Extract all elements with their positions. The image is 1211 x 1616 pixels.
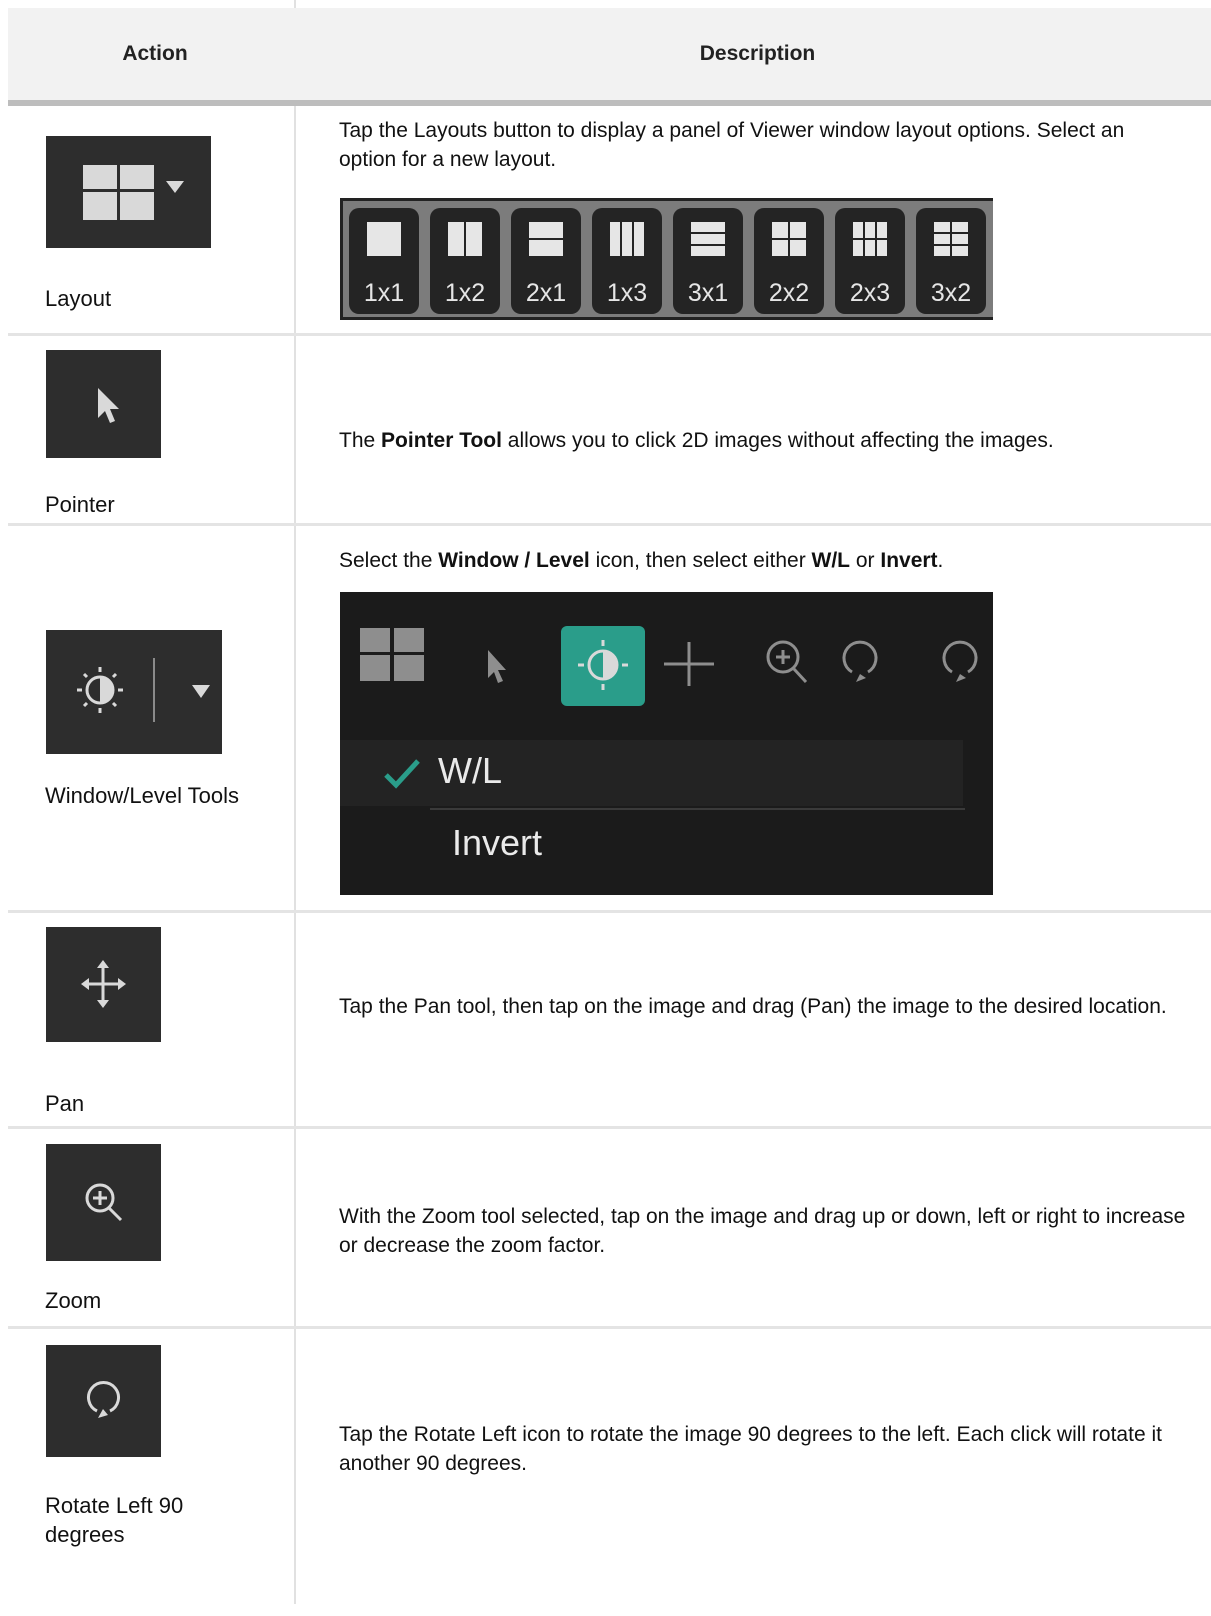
layout-option-3x2[interactable]: 3x2 [916, 208, 986, 314]
layout-grid-dropdown-icon[interactable] [46, 136, 211, 248]
layout-option-3x1[interactable]: 3x1 [673, 208, 743, 314]
table-row-pan: Pan Tap the Pan tool, then tap on the im… [8, 910, 1211, 1129]
desc-text: allows you to click 2D images without af… [501, 429, 1054, 452]
layout-option-1x2[interactable]: 1x2 [430, 208, 500, 314]
table-row-layout: Layout Tap the Layouts button to display… [8, 106, 1211, 336]
layout-option-2x1[interactable]: 2x1 [511, 208, 581, 314]
layout-option-label: 1x3 [606, 279, 648, 307]
layout-option-label: 2x3 [849, 279, 891, 307]
row-description: Tap the Rotate Left icon to rotate the i… [339, 1423, 1162, 1475]
row-description: Tap the Layouts button to display a pane… [339, 116, 1187, 174]
layout-option-2x2[interactable]: 2x2 [754, 208, 824, 314]
row-description: Select the Window / Level icon, then sel… [339, 546, 1187, 575]
row-description: With the Zoom tool selected, tap on the … [339, 1205, 1186, 1257]
checkmark-icon [384, 759, 420, 789]
header-action: Action [122, 42, 188, 65]
layout-option-1x1[interactable]: 1x1 [349, 208, 419, 314]
desc-bold: W/L [811, 549, 851, 572]
pan-arrows-icon[interactable] [46, 927, 161, 1042]
layout-option-label: 1x1 [363, 279, 405, 307]
window-level-menu-screenshot: W/L Invert [340, 592, 993, 895]
desc-text: . [937, 549, 944, 572]
window-level-sun-icon[interactable] [46, 630, 222, 754]
layout-3x1-icon [691, 222, 725, 256]
row-label: Layout [45, 286, 112, 311]
row-label: Rotate Left 90 degrees [45, 1493, 184, 1547]
layout-options-panel: 1x1 1x2 2x1 1x3 3x1 2x2 2x3 3x2 [340, 198, 993, 320]
desc-text: or [850, 549, 881, 572]
layout-option-1x3[interactable]: 1x3 [592, 208, 662, 314]
row-label: Pan [45, 1091, 85, 1116]
layout-option-label: 1x2 [444, 279, 486, 307]
row-label: Window/Level Tools [45, 783, 240, 808]
desc-text: Select the [339, 549, 439, 572]
layout-2x3-icon [853, 222, 887, 256]
row-description: Tap the Pan tool, then tap on the image … [339, 995, 1167, 1018]
layout-option-label: 2x1 [525, 279, 567, 307]
desc-text: icon, then select either [589, 549, 812, 572]
desc-bold: Pointer Tool [381, 429, 502, 452]
table-header: Action Description [8, 8, 1211, 100]
desc-bold: Window / Level [438, 549, 590, 572]
layout-option-label: 3x2 [930, 279, 972, 307]
table-row-rotate-left: Rotate Left 90 degrees Tap the Rotate Le… [8, 1326, 1211, 1616]
layout-option-2x3[interactable]: 2x3 [835, 208, 905, 314]
layout-option-label: 2x2 [768, 279, 810, 307]
layout-1x2-icon [448, 222, 482, 256]
menu-item-wl-label: W/L [438, 750, 503, 791]
table-row-pointer: Pointer The Pointer Tool allows you to c… [8, 333, 1211, 526]
pointer-arrow-icon[interactable] [46, 350, 161, 458]
desc-text: The [339, 429, 382, 452]
layout-1x1-icon [367, 222, 401, 256]
layout-1x3-icon [610, 222, 644, 256]
layout-3x2-icon [934, 222, 968, 256]
menu-divider [430, 808, 965, 810]
desc-bold: Invert [880, 549, 938, 572]
rotate-left-icon[interactable] [46, 1345, 161, 1457]
desc-text: Tap the Layouts button to display a pane… [339, 119, 1125, 171]
row-label: Pointer [45, 492, 115, 517]
table-row-zoom: Zoom With the Zoom tool selected, tap on… [8, 1126, 1211, 1329]
zoom-magnifier-icon[interactable] [46, 1144, 161, 1261]
layout-option-label: 3x1 [687, 279, 729, 307]
layout-2x2-icon [772, 222, 806, 256]
tools-table: Action Description Layout Tap the Layout… [8, 8, 1211, 1547]
row-label: Zoom [45, 1288, 102, 1313]
layout-2x1-icon [529, 222, 563, 256]
table-row-window-level: Window/Level Tools Select the Window / L… [8, 523, 1211, 913]
menu-item-wl[interactable] [340, 740, 963, 806]
header-description: Description [699, 42, 816, 65]
row-description: The Pointer Tool allows you to click 2D … [339, 426, 1187, 455]
menu-item-invert-label[interactable]: Invert [452, 822, 542, 864]
